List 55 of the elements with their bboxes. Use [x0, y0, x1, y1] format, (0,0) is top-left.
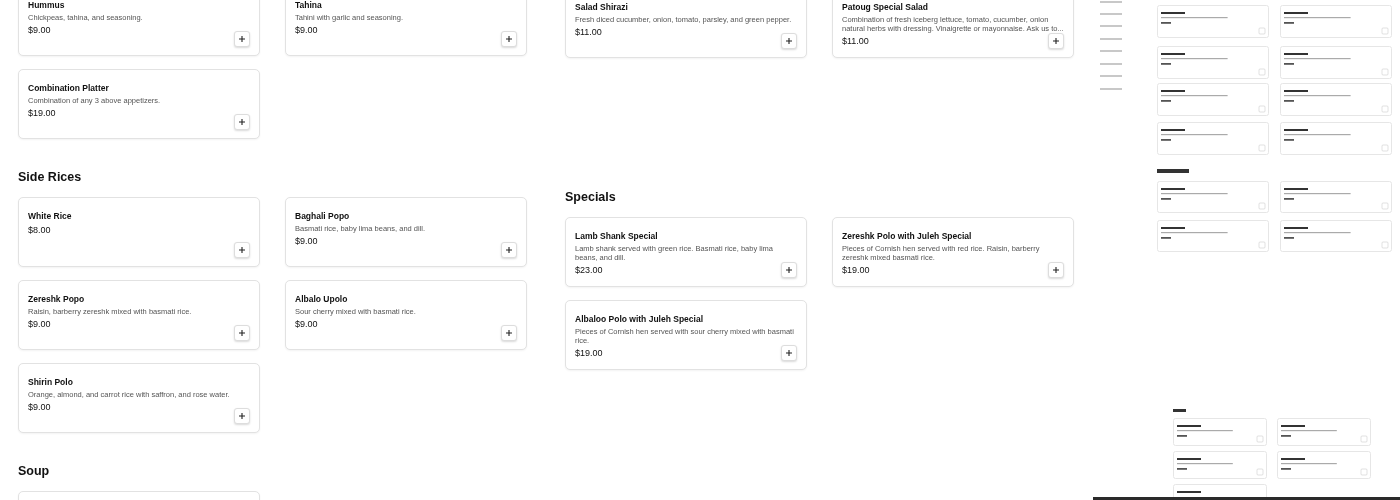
- item-price: $19.00: [842, 264, 870, 276]
- item-price: $9.00: [28, 318, 51, 330]
- plus-icon: [1053, 38, 1059, 44]
- plus-icon: [239, 330, 245, 336]
- add-button[interactable]: [781, 345, 797, 361]
- item-price: $9.00: [295, 318, 318, 330]
- add-button[interactable]: [501, 31, 517, 47]
- item-price: $9.00: [295, 235, 318, 247]
- plus-icon: [239, 36, 245, 42]
- plus-icon: [239, 119, 245, 125]
- add-button[interactable]: [501, 242, 517, 258]
- add-button[interactable]: [234, 408, 250, 424]
- plus-icon: [1053, 267, 1059, 273]
- item-name: Patoug Special Salad: [842, 2, 928, 13]
- plus-icon: [786, 38, 792, 44]
- item-name: Shirin Polo: [28, 377, 73, 388]
- add-button[interactable]: [501, 325, 517, 341]
- item-name: White Rice: [28, 211, 72, 222]
- item-name: Salad Shirazi: [575, 2, 628, 13]
- section-heading: Side Rices: [18, 169, 83, 186]
- item-name: Hummus: [28, 0, 65, 11]
- plus-icon: [786, 267, 792, 273]
- add-button[interactable]: [234, 325, 250, 341]
- item-price: $11.00: [842, 35, 869, 47]
- item-name: Zereshk Polo with Juleh Special: [842, 231, 972, 242]
- item-price: $19.00: [28, 107, 56, 119]
- section-heading: Soup: [18, 463, 51, 480]
- plus-icon: [506, 330, 512, 336]
- item-price: $9.00: [28, 401, 51, 413]
- plus-icon: [239, 247, 245, 253]
- add-button[interactable]: [234, 242, 250, 258]
- item-price: $11.00: [575, 26, 602, 38]
- plus-icon: [506, 247, 512, 253]
- add-button[interactable]: [781, 33, 797, 49]
- item-name: Albalo Upolo: [295, 294, 348, 305]
- item-price: $8.00: [28, 224, 51, 236]
- item-name: Baghali Popo: [295, 211, 350, 222]
- item-price: $23.00: [575, 264, 603, 276]
- section-heading: Specials: [565, 189, 617, 206]
- plus-icon: [239, 413, 245, 419]
- add-button[interactable]: [1048, 33, 1064, 49]
- item-name: Combination Platter: [28, 83, 109, 94]
- item-price: $9.00: [28, 24, 51, 36]
- item-price: $19.00: [575, 347, 603, 359]
- add-button[interactable]: [234, 114, 250, 130]
- plus-icon: [506, 36, 512, 42]
- item-name: Albaloo Polo with Juleh Special: [575, 314, 703, 325]
- add-button[interactable]: [234, 31, 250, 47]
- item-price: $9.00: [295, 24, 318, 36]
- item-name: Tahina: [295, 0, 322, 11]
- plus-icon: [786, 350, 792, 356]
- item-name: Zereshk Popo: [28, 294, 85, 305]
- add-button[interactable]: [1048, 262, 1064, 278]
- add-button[interactable]: [781, 262, 797, 278]
- item-name: Lamb Shank Special: [575, 231, 658, 242]
